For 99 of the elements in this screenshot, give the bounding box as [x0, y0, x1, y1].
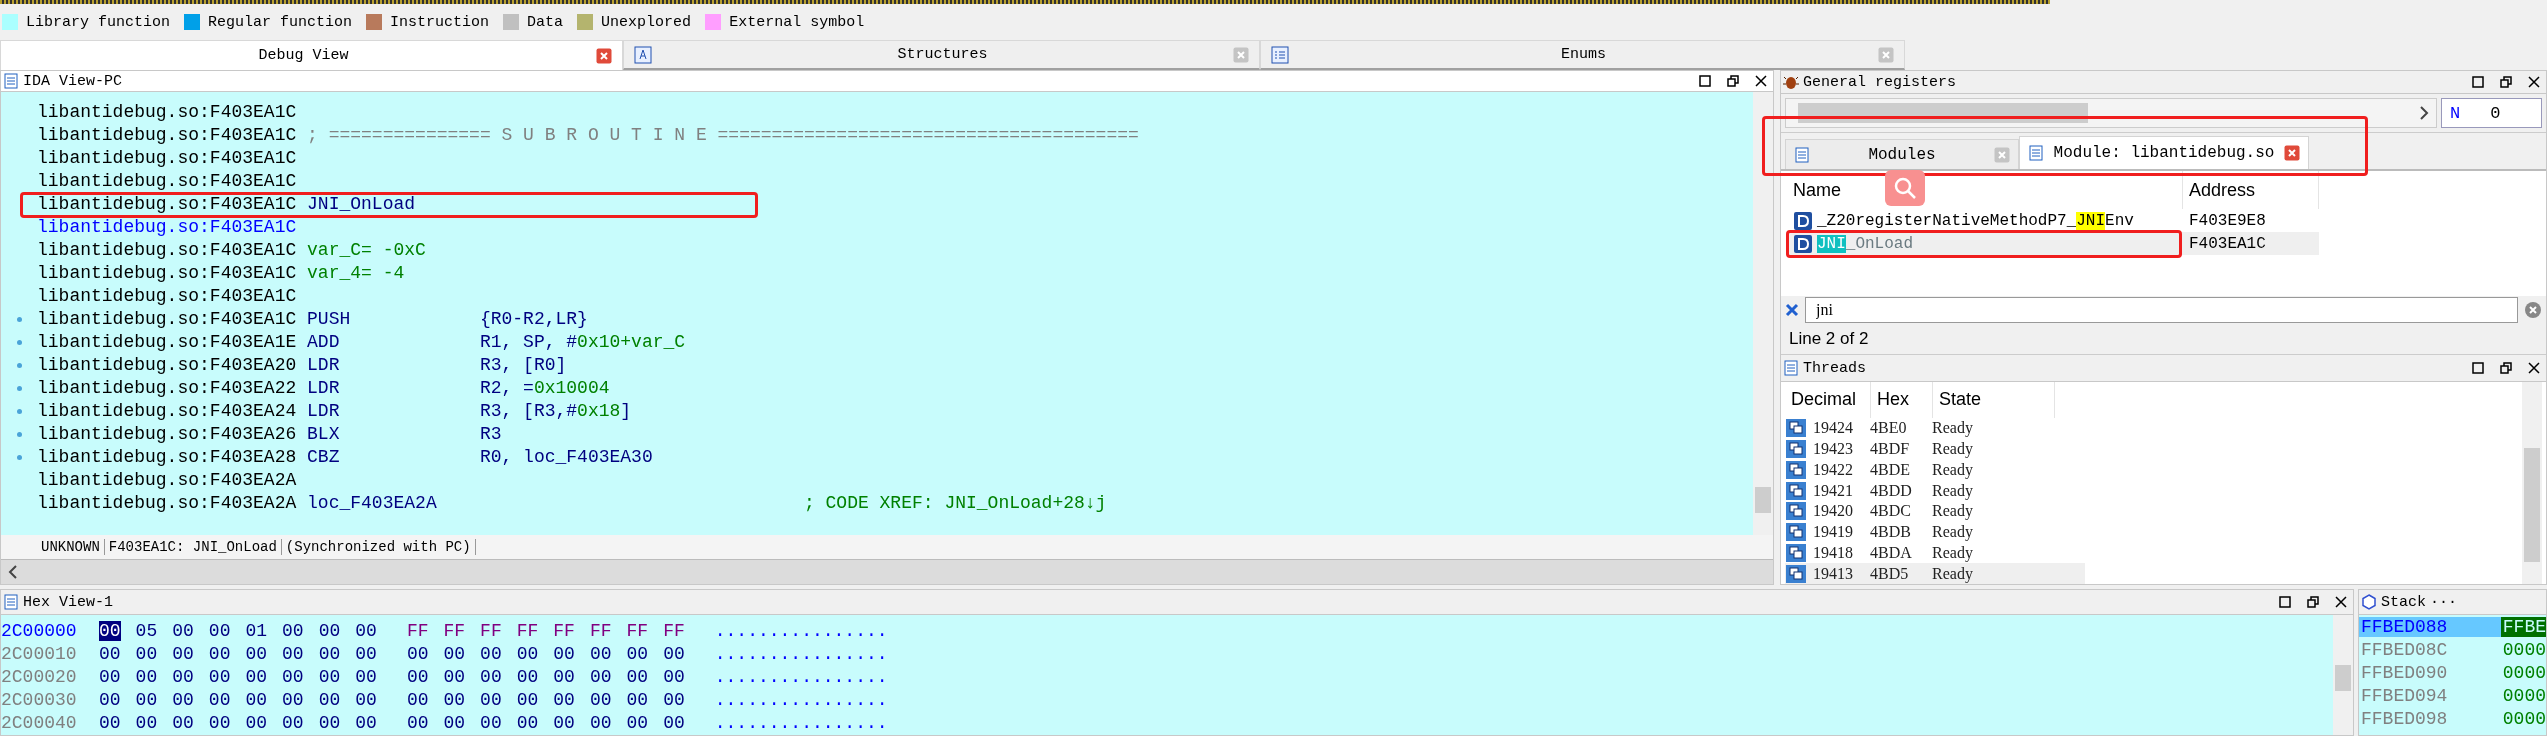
pane-title: IDA View-PC — [23, 72, 124, 90]
structure-icon — [634, 45, 652, 64]
column-header[interactable]: Address — [2189, 179, 2256, 201]
scrollbar[interactable] — [1753, 92, 1773, 535]
module-icon — [2028, 145, 2044, 161]
filter-field[interactable]: jni — [1805, 297, 2518, 323]
flag-name: N — [2450, 103, 2461, 123]
scroll-right-icon[interactable] — [2418, 106, 2430, 120]
legend-item: Data — [503, 13, 564, 31]
code-line: libantidebug.so:F403EA22 LDR R2, =0x10004 — [37, 377, 610, 400]
maximize-icon[interactable] — [2472, 362, 2484, 374]
code-line: libantidebug.so:F403EA1C — [37, 170, 297, 193]
pane-title: Threads — [1803, 359, 1867, 377]
close-icon[interactable] — [1755, 75, 1767, 87]
close-icon[interactable] — [2528, 362, 2540, 374]
thread-row[interactable]: 19419 4BDB Ready — [1785, 521, 2085, 543]
status-text: (Synchronized with PC) — [281, 539, 476, 555]
symbol-name: _Z20registerNativeMethodP7_JNIEnv — [1817, 211, 2134, 230]
module-tab[interactable]: Module: libantidebug.so — [2019, 136, 2309, 169]
module-icon — [1794, 146, 1810, 163]
thread-row[interactable]: 19420 4BDC Ready — [1785, 500, 2085, 522]
bug-icon — [1783, 74, 1799, 90]
status-text: UNKNOWN — [37, 539, 105, 555]
legend-item: External symbol — [705, 13, 865, 31]
hex-row-text: 2C00020 00 00 00 00 00 00 00 00 00 00 00 00 00 00 00 00 ................ — [1, 665, 889, 688]
hex-row-text: 2C00000 00 05 00 00 01 00 00 00 FF FF FF FF FF FF FF FF ................ — [1, 619, 889, 642]
thread-row[interactable]: 19422 4BDE Ready — [1785, 459, 2085, 481]
letter-d-icon — [1793, 233, 1813, 254]
code-line: libantidebug.so:F403EA1C — [37, 147, 297, 170]
code-line: libantidebug.so:F403EA1C PUSH {R0-R2,LR} — [37, 308, 588, 331]
hex-icon — [3, 594, 19, 610]
maximize-icon[interactable] — [2472, 76, 2484, 88]
restore-icon[interactable] — [2500, 76, 2512, 88]
stack-row-text: FFBED090 0000 — [2360, 661, 2546, 684]
code-line: libantidebug.so:F403EA1C ; =============== S U B R O U T I N E ======================================= — [37, 124, 1139, 147]
close-icon[interactable] — [2528, 76, 2540, 88]
code-line: libantidebug.so:F403EA24 LDR R3, [R3,#0x18] — [37, 400, 632, 423]
pane-title: Stack — [2381, 593, 2426, 611]
code-line: libantidebug.so:F403EA1C var_C= -0xC — [37, 239, 426, 262]
close-icon[interactable] — [2335, 596, 2347, 608]
clear-icon[interactable] — [2524, 301, 2542, 319]
code-line: libantidebug.so:F403EA1C var_4= -4 — [37, 262, 405, 285]
more-menu[interactable]: ··· — [2430, 593, 2540, 611]
module-row[interactable]: _Z20registerNativeMethodP7_JNIEnv F403E9E8 — [1787, 209, 2319, 232]
code-line: libantidebug.so:F403EA1C — [37, 216, 297, 239]
scrollbar[interactable] — [1, 559, 1773, 584]
maximize-icon[interactable] — [2279, 596, 2291, 608]
stack-row: FFBED088 FFBE — [2359, 615, 2546, 638]
maximize-icon[interactable] — [1699, 75, 1711, 87]
legend-item: Library function — [2, 13, 171, 31]
legend-item: Unexplored — [577, 13, 692, 31]
restore-icon[interactable] — [1727, 75, 1739, 87]
code-line: libantidebug.so:F403EA26 BLX R3 — [37, 423, 502, 446]
thread-row[interactable]: 19418 4BDA Ready — [1785, 542, 2085, 564]
code-line: libantidebug.so:F403EA1C JNI_OnLoad — [37, 193, 416, 216]
stack-row-text: FFBED094 0000 — [2360, 684, 2546, 707]
code-line: libantidebug.so:F403EA2A loc_F403EA2A ; CODE XREF: JNI_OnLoad+28↓j — [37, 492, 1107, 515]
legend-item: Regular function — [184, 13, 353, 31]
pane-title: General registers — [1803, 73, 1958, 91]
thread-row[interactable]: 19424 4BE0 Ready — [1785, 417, 2085, 439]
column-header[interactable]: State — [1933, 382, 2055, 418]
hex-row-text: 2C00030 00 00 00 00 00 00 00 00 00 00 00 00 00 00 00 00 ................ — [1, 688, 889, 711]
code-line: libantidebug.so:F403EA20 LDR R3, [R0] — [37, 354, 567, 377]
code-line: libantidebug.so:F403EA1E ADD R1, SP, #0x10+var_C — [37, 331, 686, 354]
pane-title: Hex View-1 — [23, 593, 114, 611]
code-line: libantidebug.so:F403EA1C — [37, 101, 297, 124]
hex-row-text: 2C00010 00 00 00 00 00 00 00 00 00 00 00 00 00 00 00 00 ................ — [1, 642, 889, 665]
column-header[interactable]: Hex — [1871, 382, 1933, 418]
hex-row-text: 2C00040 00 00 00 00 00 00 00 00 00 00 00 00 00 00 00 00 ................ — [1, 711, 889, 734]
view-tab[interactable]: Debug View — [0, 40, 623, 70]
legend-item: Instruction — [366, 13, 490, 31]
letter-d-icon — [1793, 210, 1813, 231]
column-header[interactable]: Name — [1793, 179, 1841, 201]
code-line: libantidebug.so:F403EA1C — [37, 285, 297, 308]
thread-row[interactable]: 19423 4BDF Ready — [1785, 438, 2085, 460]
scrollbar[interactable] — [2333, 615, 2353, 735]
threads-icon — [1783, 360, 1799, 376]
restore-icon[interactable] — [2307, 596, 2319, 608]
address-text: F403E9E8 — [2189, 211, 2266, 230]
thread-row[interactable]: 19421 4BDD Ready — [1785, 480, 2085, 501]
restore-icon[interactable] — [2500, 362, 2512, 374]
stack-row-text: FFBED098 0000 — [2360, 707, 2546, 730]
clear-filter-icon[interactable] — [1785, 303, 1799, 317]
view-tab[interactable]: Structures — [623, 40, 1260, 70]
thread-row[interactable]: 19413 4BD5 Ready — [1785, 563, 2085, 584]
list-icon — [1271, 45, 1289, 64]
flag-value: 0 — [2490, 103, 2501, 123]
column-header[interactable]: Decimal — [1785, 382, 1871, 418]
address-text: F403EA1C — [2189, 234, 2266, 253]
module-tab[interactable]: Modules — [1785, 139, 2019, 169]
match-count: Line 2 of 2 — [1781, 324, 2546, 355]
scroll-left-icon[interactable] — [7, 565, 19, 579]
code-line: libantidebug.so:F403EA2A — [37, 469, 297, 492]
view-tab[interactable]: Enums — [1260, 40, 1905, 70]
code-line: libantidebug.so:F403EA28 CBZ R0, loc_F403EA30 — [37, 446, 653, 469]
scrollbar[interactable] — [2522, 382, 2542, 584]
stack-row-text: FFBED08C 0000 — [2360, 638, 2546, 661]
hexagon-icon — [2361, 594, 2377, 610]
status-text: F403EA1C: JNI_OnLoad — [104, 539, 282, 555]
